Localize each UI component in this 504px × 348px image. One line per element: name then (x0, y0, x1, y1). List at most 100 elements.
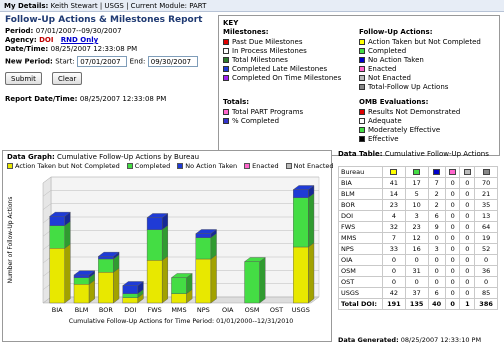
legend-label: No Action Taken (185, 162, 238, 170)
report-datetime-row: Report Date/Time: 08/25/2007 12:33:08 PM (5, 95, 166, 103)
value-cell: 0 (444, 210, 461, 222)
value-cell: 13 (474, 210, 498, 222)
bar-segment-side (161, 255, 168, 304)
table-total-row: Total DOI: 191 135 40 0 1 386 (338, 298, 498, 310)
color-swatch (359, 65, 365, 72)
value-cell: 7 (427, 177, 446, 189)
value-cell: 52 (474, 243, 498, 255)
bar-segment (195, 258, 212, 304)
bar-chart: BIA BLM BOR DOI FWS MMS NPS OIA OSM OST USGS Number… (7, 176, 320, 325)
milestone-key-item: In Process Milestones (223, 46, 307, 55)
value-cell: 0 (444, 188, 461, 200)
submit-button[interactable]: Submit (5, 72, 42, 85)
agency-label: Agency: (5, 36, 37, 44)
value-cell: 7 (382, 232, 406, 244)
x-tick-label: BOR (99, 306, 113, 314)
bar-segment-side (161, 225, 168, 261)
agency-value: DOI (39, 36, 54, 44)
table-row: BIA 41 17 7 0 0 70 (338, 177, 498, 189)
bar-segment-side (64, 221, 71, 249)
column-header: Bureau (338, 166, 383, 178)
report-datetime-label: Report Date/Time: (5, 95, 78, 103)
bureau-cell: NPS (338, 243, 383, 255)
value-cell: 64 (474, 221, 498, 233)
omb-key-item: Moderately Effective (359, 125, 440, 134)
datetime-value: 08/25/2007 12:33:08 PM (50, 45, 138, 53)
value-cell: 0 (459, 276, 476, 288)
bar-segment (98, 272, 114, 304)
my-details-value: Keith Stewart | USGS | Current Module: P… (50, 2, 207, 10)
page-title: Follow-Up Actions & Milestones Report (5, 15, 203, 25)
end-date-input[interactable] (147, 56, 198, 67)
column-header-swatch (382, 166, 406, 178)
bar-segment-side (259, 257, 266, 304)
bar-segment-side (210, 254, 217, 304)
omb-key-item: Effective (359, 134, 399, 143)
value-cell: 0 (444, 254, 461, 266)
value-cell: 0 (474, 276, 498, 288)
value-cell: 0 (474, 254, 498, 266)
bar-segment-side (308, 242, 315, 304)
value-cell: 23 (404, 221, 429, 233)
table-row: BOR 23 10 2 0 0 35 (338, 199, 498, 211)
value-cell: 6 (427, 287, 446, 299)
value-cell: 36 (474, 265, 498, 277)
value-cell: 2 (427, 188, 446, 200)
table-row: MMS 7 12 0 0 0 19 (338, 232, 498, 244)
value-cell: 0 (459, 199, 476, 211)
followup-key-item: Completed (359, 46, 406, 55)
followup-key-label: Enacted (368, 64, 397, 73)
bureau-cell: BLM (338, 188, 383, 200)
followup-key-item: Total-Follow Up Actions (359, 82, 448, 91)
omb-key-label: Adequate (368, 116, 402, 125)
column-header-swatch (459, 166, 476, 178)
value-cell: 17 (404, 177, 429, 189)
legend-swatch (126, 163, 133, 169)
rnd-only-link[interactable]: RND Only (61, 36, 98, 44)
x-tick-label: NPS (197, 306, 210, 314)
value-cell: 0 (444, 298, 461, 310)
bureau-cell: MMS (338, 232, 383, 244)
color-swatch (449, 169, 457, 175)
milestone-key-label: Completed On Time Milestones (232, 73, 342, 82)
clear-button[interactable]: Clear (52, 72, 83, 85)
value-cell: 0 (459, 221, 476, 233)
omb-key-label: Results Not Demonstrated (368, 107, 461, 116)
color-swatch (223, 74, 229, 81)
value-cell: 37 (404, 287, 429, 299)
value-cell: 0 (459, 177, 476, 189)
totals-key-item: % Completed (223, 116, 279, 125)
start-label: Start: (55, 57, 75, 66)
legend-label: Enacted (252, 162, 279, 170)
column-header-swatch (474, 166, 498, 178)
bar-segment (49, 248, 65, 304)
legend-label: Action Taken but Not Completed (15, 162, 120, 170)
value-cell: 0 (427, 232, 446, 244)
value-cell: 0 (427, 276, 446, 288)
bar-segment-side (64, 243, 71, 304)
followup-key-item: Enacted (359, 64, 397, 73)
color-swatch (359, 126, 365, 133)
legend-label: Completed (134, 162, 171, 170)
new-period-label: New Period: (5, 57, 53, 66)
value-cell: 0 (459, 210, 476, 222)
table-row: OIA 0 0 0 0 0 0 (338, 254, 498, 266)
x-axis-label: Cumulative Follow-Up Actions for Time Pe… (69, 318, 294, 325)
value-cell: 0 (444, 221, 461, 233)
value-cell: 5 (404, 188, 429, 200)
followup-key-label: Total-Follow Up Actions (368, 82, 449, 91)
legend-item: Action Taken but Not Completed (7, 162, 120, 170)
color-swatch (359, 83, 365, 90)
milestone-key-label: Completed Late Milestones (232, 64, 328, 73)
data-graph-panel: Data Graph: Cumulative Follow-Up Actions… (2, 150, 334, 342)
bar-segment (73, 284, 90, 304)
start-date-input[interactable] (77, 56, 128, 67)
value-cell: 0 (444, 276, 461, 288)
data-generated-value: 08/25/2007 12:33:10 PM (400, 336, 482, 344)
value-cell: 0 (427, 254, 446, 266)
table-row: USGS 42 37 6 0 0 85 (338, 287, 498, 299)
bar-segment (171, 277, 187, 294)
my-details-label: My Details: (4, 2, 49, 10)
value-cell: 6 (427, 210, 446, 222)
milestone-key-item: Total Milestones (223, 55, 288, 64)
